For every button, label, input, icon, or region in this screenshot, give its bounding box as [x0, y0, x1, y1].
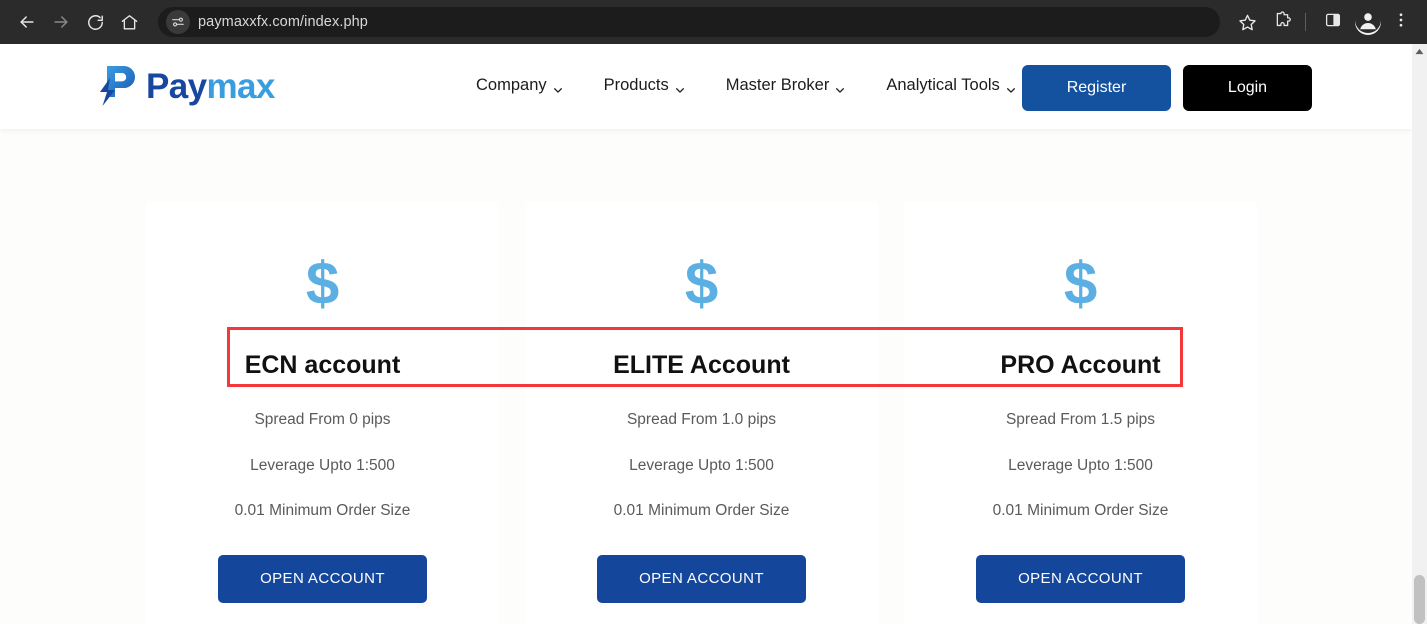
nav-label: Master Broker — [725, 76, 830, 94]
plan-card-elite: $ ELITE Account Spread From 1.0 pips Lev… — [525, 202, 878, 624]
pricing-plans-section: $ ECN account Spread From 0 pips Leverag… — [146, 202, 1257, 624]
forward-arrow-icon — [51, 12, 71, 32]
logo-text-secondary: max — [206, 67, 275, 106]
open-account-button[interactable]: OPEN ACCOUNT — [976, 554, 1185, 603]
site-header: Paymax Company Products Master Broker An… — [0, 44, 1412, 129]
back-button[interactable] — [10, 5, 44, 39]
profile-button[interactable] — [1355, 6, 1381, 38]
scroll-up-arrow-icon[interactable] — [1412, 44, 1427, 59]
reload-icon — [86, 13, 105, 32]
back-arrow-icon — [17, 12, 37, 32]
home-button[interactable] — [112, 5, 146, 39]
plan-feature-spread: Spread From 1.0 pips — [626, 411, 777, 428]
site-settings-icon[interactable] — [166, 10, 190, 34]
header-actions: Register Login — [1022, 65, 1312, 111]
plan-feature-spread: Spread From 0 pips — [254, 411, 391, 428]
browser-toolbar: paymaxxfx.com/index.php — [0, 0, 1427, 44]
plan-feature-order-size: 0.01 Minimum Order Size — [234, 502, 411, 520]
register-button[interactable]: Register — [1022, 65, 1171, 111]
scrollbar-thumb[interactable] — [1414, 575, 1425, 624]
side-panel-button[interactable] — [1317, 6, 1349, 38]
plan-card-pro: $ PRO Account Spread From 1.5 pips Lever… — [904, 202, 1257, 624]
nav-item-products[interactable]: Products — [604, 76, 685, 95]
nav-item-master-broker[interactable]: Master Broker — [726, 76, 846, 95]
side-panel-icon — [1324, 11, 1342, 34]
plan-title: ECN account — [244, 351, 401, 379]
dollar-sign-icon: $ — [684, 250, 719, 317]
three-dot-menu-icon — [1392, 11, 1410, 34]
logo-text-primary: Pay — [146, 67, 207, 106]
plan-feature-leverage: Leverage Upto 1:500 — [250, 456, 395, 474]
main-navigation: Company Products Master Broker Analytica… — [476, 76, 1016, 95]
page-scrollbar[interactable] — [1412, 44, 1427, 624]
open-account-button[interactable]: OPEN ACCOUNT — [218, 554, 427, 603]
dollar-sign-icon: $ — [1063, 250, 1098, 317]
nav-item-analytical-tools[interactable]: Analytical Tools — [886, 76, 1015, 95]
nav-label: Company — [476, 76, 547, 94]
site-logo[interactable]: Paymax — [93, 59, 275, 115]
chevron-down-icon — [553, 81, 563, 93]
extensions-button[interactable] — [1266, 6, 1298, 38]
profile-avatar-icon — [1355, 6, 1381, 38]
plan-title: PRO Account — [1000, 351, 1161, 379]
toolbar-divider — [1305, 13, 1306, 31]
bookmark-star-icon[interactable] — [1232, 7, 1262, 37]
login-button[interactable]: Login — [1183, 65, 1312, 111]
chevron-down-icon — [675, 81, 685, 93]
logo-wordmark: Paymax — [146, 67, 275, 107]
plan-feature-leverage: Leverage Upto 1:500 — [629, 456, 774, 474]
forward-button[interactable] — [44, 5, 78, 39]
plan-feature-leverage: Leverage Upto 1:500 — [1008, 456, 1153, 474]
chevron-down-icon — [835, 81, 845, 93]
plan-feature-order-size: 0.01 Minimum Order Size — [992, 502, 1169, 520]
chevron-down-icon — [1006, 81, 1016, 93]
nav-label: Analytical Tools — [886, 76, 1000, 94]
open-account-button[interactable]: OPEN ACCOUNT — [597, 554, 806, 603]
extensions-puzzle-icon — [1273, 10, 1292, 34]
reload-button[interactable] — [78, 5, 112, 39]
page-viewport: Paymax Company Products Master Broker An… — [0, 44, 1412, 624]
plan-title: ELITE Account — [613, 351, 790, 379]
plan-feature-order-size: 0.01 Minimum Order Size — [613, 502, 790, 520]
home-icon — [120, 13, 139, 32]
paymax-bolt-p-icon — [93, 61, 145, 113]
nav-label: Products — [603, 76, 669, 94]
url-text: paymaxxfx.com/index.php — [198, 14, 368, 30]
address-bar[interactable]: paymaxxfx.com/index.php — [158, 7, 1220, 37]
plan-feature-spread: Spread From 1.5 pips — [1005, 411, 1156, 428]
nav-item-company[interactable]: Company — [476, 76, 563, 95]
browser-menu-button[interactable] — [1385, 6, 1417, 38]
dollar-sign-icon: $ — [305, 250, 340, 317]
plan-card-ecn: $ ECN account Spread From 0 pips Leverag… — [146, 202, 499, 624]
